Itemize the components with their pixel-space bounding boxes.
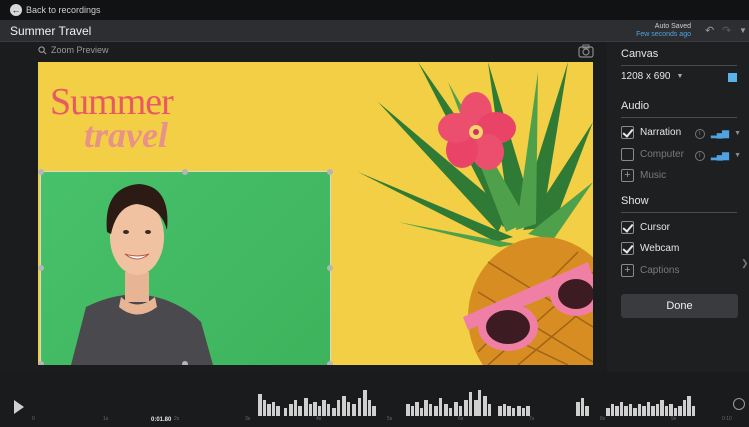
divider [621,212,737,213]
tick-label: 4s [316,416,322,422]
camera-icon[interactable] [578,44,594,58]
resize-handle-t[interactable] [182,169,188,175]
tick-label: 2s [174,416,180,422]
tick-label: 5s [387,416,393,422]
tick-label: 0 [32,416,35,422]
play-icon[interactable] [14,400,24,414]
zoom-preview-button[interactable]: Zoom Preview [38,45,109,55]
done-button[interactable]: Done [621,294,738,318]
canvas-color-swatch[interactable] [728,73,737,82]
audio-section-title: Audio [621,100,650,112]
autosave-label: Auto Saved [654,23,691,30]
computer-audio-tools: i ▂▄▆ ▼ [694,150,741,161]
title-bar: Summer Travel Auto Saved Few seconds ago… [0,20,749,42]
music-label: Music [640,170,667,181]
tick-label: 1s [103,416,109,422]
resize-handle-b[interactable] [182,361,188,365]
cursor-label: Cursor [640,222,671,233]
computer-audio-row[interactable]: Computer [621,148,684,161]
volume-bars-icon[interactable]: ▂▄▆ [711,150,729,161]
computer-audio-checkbox[interactable] [621,148,634,161]
zoom-preview-label: Zoom Preview [51,45,109,55]
webcam-row[interactable]: Webcam [621,242,679,255]
plus-icon[interactable]: + [621,169,634,182]
info-icon[interactable]: i [694,128,705,139]
narration-checkbox[interactable] [621,126,634,139]
chevron-right-icon[interactable]: ❯ [741,258,749,269]
resize-handle-l[interactable] [38,265,44,271]
pineapple-image [358,62,593,365]
volume-bars-icon[interactable]: ▂▄▆ [711,128,729,139]
resize-handle-tr[interactable] [327,169,333,175]
narration-tools: i ▂▄▆ ▼ [694,128,741,139]
narration-row[interactable]: Narration [621,126,681,139]
audio-waveform[interactable] [256,386,696,416]
tick-label: 3s [245,416,251,422]
resize-handle-br[interactable] [327,361,333,365]
webcam-checkbox[interactable] [621,242,634,255]
autosave-time: Few seconds ago [636,31,691,38]
tick-label: 9s [671,416,677,422]
undo-icon[interactable]: ↶ [705,24,714,37]
plus-icon[interactable]: + [621,264,634,277]
webcam-person-image [71,184,213,365]
chevron-down-icon[interactable]: ▼ [739,26,747,35]
video-canvas[interactable]: Summer travel [38,62,593,365]
divider [621,117,737,118]
timeline[interactable]: 0 1s 2s 3s 4s 5s 6s 7s 8s 9s 0:10 0:01.8… [0,372,749,427]
search-icon [38,45,47,54]
tick-label: 8s [600,416,606,422]
playhead-time[interactable]: 0:01.80 [151,417,171,423]
chevron-down-icon[interactable]: ▼ [734,152,741,159]
tick-label: 0:10 [722,416,732,422]
info-icon[interactable]: i [694,150,705,161]
resize-handle-tl[interactable] [38,169,44,175]
narration-label: Narration [640,127,682,138]
back-to-recordings-button[interactable]: ← Back to recordings [10,4,101,16]
project-title[interactable]: Summer Travel [10,24,91,38]
webcam-label: Webcam [640,243,680,254]
cursor-row[interactable]: Cursor [621,221,670,234]
resize-handle-bl[interactable] [38,361,44,365]
back-arrow-icon: ← [10,4,22,16]
timeline-ruler[interactable]: 0 1s 2s 3s 4s 5s 6s 7s 8s 9s 0:10 [32,414,742,426]
autosave-status: Auto Saved Few seconds ago [636,23,691,39]
back-label: Back to recordings [26,5,101,15]
top-bar: ← Back to recordings [0,0,749,20]
resize-handle-r[interactable] [327,265,333,271]
add-captions-row[interactable]: + Captions [621,264,679,277]
tick-label: 7s [529,416,535,422]
chevron-down-icon: ▼ [676,73,684,80]
add-music-row[interactable]: + Music [621,169,666,182]
tick-label: 6s [458,416,464,422]
canvas-size-dropdown[interactable]: 1208 x 690 ▼ [621,71,683,82]
chevron-down-icon[interactable]: ▼ [734,130,741,137]
computer-audio-label: Computer [640,149,684,160]
divider [621,65,737,66]
cursor-checkbox[interactable] [621,221,634,234]
zoom-timeline-icon[interactable] [733,398,745,410]
webcam-overlay[interactable] [38,169,333,365]
canvas-section-title: Canvas [621,48,659,60]
show-section-title: Show [621,195,649,207]
settings-panel: Canvas 1208 x 690 ▼ Audio Narration i ▂▄… [607,42,749,372]
captions-label: Captions [640,265,680,276]
canvas-title-travel: travel [84,115,168,155]
redo-icon[interactable]: ↷ [722,24,731,37]
canvas-size-value: 1208 x 690 [621,71,671,82]
